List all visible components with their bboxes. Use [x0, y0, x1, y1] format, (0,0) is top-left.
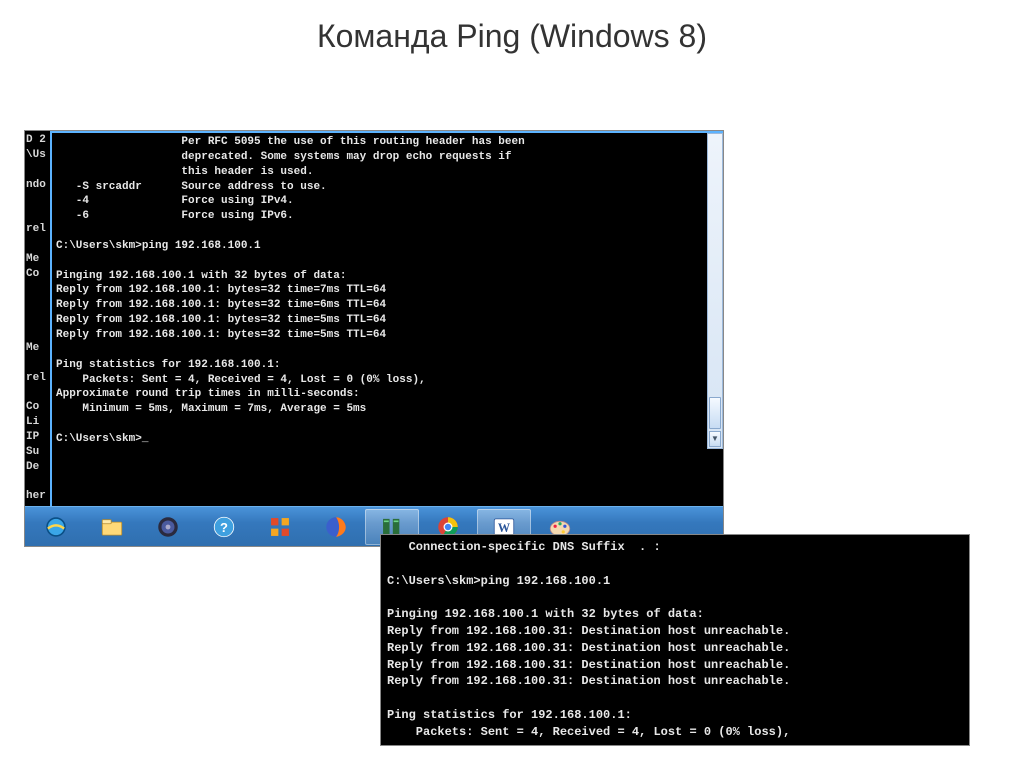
slide-title: Команда Ping (Windows 8) — [0, 0, 1024, 77]
svg-text:?: ? — [220, 519, 228, 534]
taskbar-help[interactable]: ? — [197, 509, 251, 545]
taskbar-media[interactable] — [141, 509, 195, 545]
scroll-down-arrow[interactable]: ▼ — [709, 431, 721, 447]
taskbar-office[interactable] — [253, 509, 307, 545]
file-explorer-icon — [98, 513, 126, 541]
svg-text:W: W — [498, 520, 510, 534]
terminal-window-2: Connection-specific DNS Suffix . : C:\Us… — [380, 534, 970, 746]
media-app-icon — [154, 513, 182, 541]
firefox-icon — [322, 513, 350, 541]
terminal-window-1: D 2 \Us ndo rel Me Co Me rel Co Li IP Su… — [24, 130, 724, 547]
cmd-output-2[interactable]: Connection-specific DNS Suffix . : C:\Us… — [381, 535, 969, 745]
internet-explorer-icon — [42, 513, 70, 541]
taskbar-firefox[interactable] — [309, 509, 363, 545]
cmd-output-1[interactable]: Per RFC 5095 the use of this routing hea… — [52, 133, 707, 449]
background-terminal-fragment: D 2 \Us ndo rel Me Co Me rel Co Li IP Su… — [25, 131, 50, 506]
help-icon: ? — [210, 513, 238, 541]
scroll-thumb[interactable] — [709, 397, 721, 429]
scrollbar[interactable]: ▼ — [707, 133, 723, 449]
taskbar-explorer[interactable] — [85, 509, 139, 545]
office-icon — [266, 513, 294, 541]
taskbar-ie[interactable] — [29, 509, 83, 545]
